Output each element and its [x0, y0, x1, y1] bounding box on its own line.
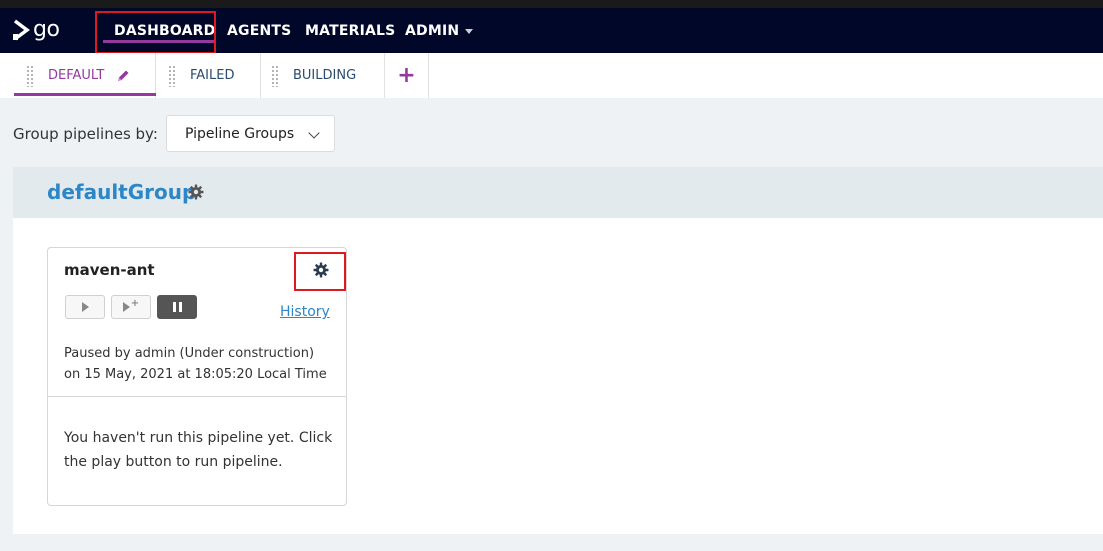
drag-handle-icon[interactable] — [168, 64, 176, 87]
pipeline-group-title[interactable]: defaultGroup — [47, 180, 196, 204]
nav-agents[interactable]: AGENTS — [227, 8, 291, 53]
dashboard-tabs-bar: DEFAULT FAILED BUILDING + — [0, 53, 1103, 98]
no-runs-message: You haven't run this pipeline yet. Click… — [64, 426, 339, 474]
caret-down-icon — [465, 29, 474, 34]
pause-info: Paused by admin (Under construction) on … — [64, 343, 334, 385]
trigger-pipeline-button[interactable] — [65, 295, 105, 319]
group-by-label: Group pipelines by: — [13, 125, 158, 143]
chevron-down-icon — [308, 127, 320, 139]
logo-arrow-icon — [13, 19, 30, 41]
tab-building[interactable]: BUILDING — [261, 53, 385, 98]
window-top-strip — [0, 0, 1103, 8]
tab-default[interactable]: DEFAULT — [14, 53, 156, 98]
tab-failed[interactable]: FAILED — [156, 53, 261, 98]
group-settings-gear-icon[interactable] — [188, 184, 204, 204]
pause-info-line-2: on 15 May, 2021 at 18:05:20 Local Time — [64, 367, 327, 382]
play-with-options-icon — [122, 302, 130, 312]
nav-materials[interactable]: MATERIALS — [305, 8, 395, 53]
annotation-highlight-gear — [294, 252, 346, 291]
nav-admin[interactable]: ADMIN — [405, 8, 474, 53]
group-by-select[interactable]: Pipeline Groups — [166, 115, 335, 152]
pause-pipeline-button[interactable] — [157, 295, 197, 319]
card-divider — [48, 396, 346, 397]
tab-active-indicator — [14, 93, 156, 96]
tab-default-label: DEFAULT — [48, 68, 105, 83]
history-link[interactable]: History — [280, 304, 330, 320]
drag-handle-icon[interactable] — [26, 64, 34, 87]
nav-admin-label: ADMIN — [405, 22, 460, 39]
trigger-with-options-button[interactable]: + — [111, 295, 151, 319]
pipeline-name: maven-ant — [64, 261, 155, 279]
play-icon — [81, 302, 89, 312]
tab-failed-label: FAILED — [190, 68, 235, 83]
annotation-highlight-dashboard — [95, 11, 216, 54]
group-by-selected-value: Pipeline Groups — [185, 125, 295, 142]
pause-icon — [172, 302, 182, 312]
pencil-icon[interactable] — [116, 69, 130, 83]
tab-building-label: BUILDING — [293, 68, 357, 83]
logo-text: go — [33, 17, 60, 42]
no-runs-line-2: the play button to run pipeline. — [64, 454, 283, 470]
drag-handle-icon[interactable] — [271, 64, 279, 87]
pause-info-line-1: Paused by admin (Under construction) — [64, 346, 315, 361]
no-runs-line-1: You haven't run this pipeline yet. Click — [64, 430, 333, 446]
add-tab-button[interactable]: + — [385, 53, 429, 98]
plus-icon: + — [130, 297, 140, 309]
gocd-logo[interactable]: go — [12, 17, 60, 43]
